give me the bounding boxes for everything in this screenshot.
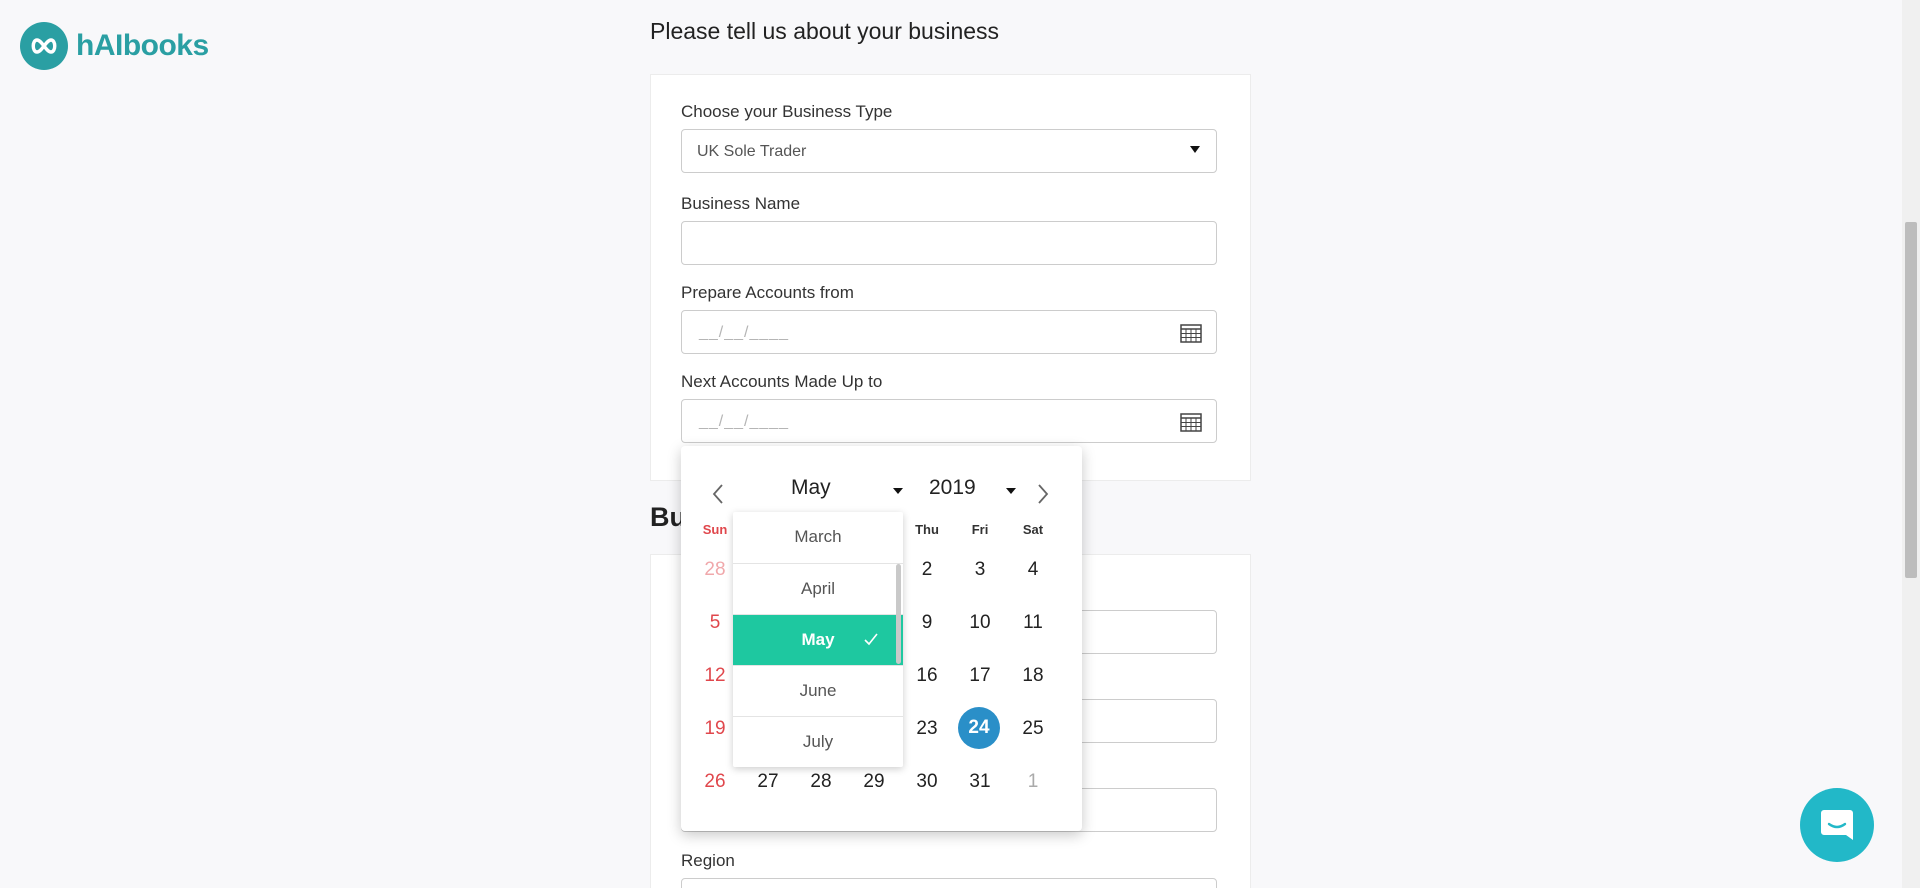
year-select[interactable]: 2019 — [929, 476, 976, 500]
page-scrollbar-thumb[interactable] — [1905, 222, 1917, 578]
month-option[interactable]: April — [733, 563, 903, 614]
next-accounts-placeholder: __/__/____ — [699, 413, 790, 430]
page-title: Please tell us about your business — [650, 18, 1000, 44]
calendar-day[interactable]: 1 — [1011, 760, 1055, 804]
calendar-day[interactable]: 12 — [693, 654, 737, 698]
calendar-day[interactable]: 10 — [958, 601, 1002, 645]
prepare-from-input[interactable]: __/__/____ — [681, 310, 1217, 354]
calendar-day[interactable]: 2 — [905, 548, 949, 592]
calendar-day[interactable]: 31 — [958, 760, 1002, 804]
chevron-right-icon[interactable] — [1036, 482, 1050, 506]
month-option-label: April — [800, 579, 835, 598]
weekday-header: Sun — [702, 522, 728, 537]
business-type-select[interactable]: UK Sole Trader — [681, 129, 1217, 173]
business-type-value: UK Sole Trader — [697, 143, 807, 160]
month-option[interactable]: March — [733, 512, 903, 562]
calendar-day[interactable]: 26 — [693, 760, 737, 804]
business-name-input[interactable] — [681, 221, 1217, 265]
weekday-header: Fri — [971, 522, 989, 537]
page-scrollbar[interactable] — [1902, 0, 1920, 888]
calendar-day[interactable]: 4 — [1011, 548, 1055, 592]
calendar-day[interactable]: 17 — [958, 654, 1002, 698]
month-option-label: May — [801, 630, 835, 649]
month-option[interactable]: May — [733, 614, 903, 665]
weekday-header: Thu — [915, 522, 939, 537]
calendar-day[interactable]: 5 — [693, 601, 737, 645]
business-type-label: Choose your Business Type — [681, 102, 893, 121]
selected-day[interactable]: 24 — [958, 707, 1000, 749]
calendar-icon[interactable] — [1180, 323, 1202, 343]
app-root: hAIbooks Please tell us about your busin… — [0, 0, 1920, 888]
logo[interactable]: hAIbooks — [20, 22, 209, 70]
chevron-down-icon — [1190, 146, 1200, 153]
calendar-day[interactable]: 3 — [958, 548, 1002, 592]
business-name-label: Business Name — [681, 194, 801, 213]
calendar-day[interactable]: 23 — [905, 707, 949, 751]
prepare-from-label: Prepare Accounts from — [681, 283, 854, 302]
region-label: Region — [681, 851, 735, 870]
weekday-header: Sat — [1022, 522, 1044, 537]
year-caret-icon[interactable] — [1006, 488, 1016, 494]
chat-launcher-button[interactable] — [1800, 788, 1874, 862]
logo-text: hAIbooks — [76, 29, 209, 62]
next-accounts-input[interactable]: __/__/____ — [681, 399, 1217, 443]
calendar-day[interactable]: 30 — [905, 760, 949, 804]
calendar-day[interactable]: 11 — [1011, 601, 1055, 645]
calendar-icon[interactable] — [1180, 412, 1202, 432]
region-select[interactable] — [681, 878, 1217, 888]
next-accounts-label: Next Accounts Made Up to — [681, 372, 883, 391]
month-option[interactable]: June — [733, 665, 903, 716]
calendar-day[interactable]: 9 — [905, 601, 949, 645]
month-select[interactable]: May — [791, 476, 831, 500]
month-option-label: July — [802, 732, 834, 751]
month-option[interactable]: July — [733, 716, 903, 767]
calendar-day[interactable]: 18 — [1011, 654, 1055, 698]
month-caret-icon[interactable] — [893, 488, 903, 494]
logo-infinity-icon — [20, 22, 68, 70]
month-option-label: June — [799, 681, 837, 700]
month-option-label: March — [794, 527, 842, 546]
calendar-day[interactable]: 19 — [693, 707, 737, 751]
calendar-day[interactable]: 16 — [905, 654, 949, 698]
calendar-day[interactable]: 28 — [693, 548, 737, 592]
check-icon — [864, 633, 878, 646]
dropdown-scrollbar[interactable] — [896, 564, 901, 664]
prepare-from-placeholder: __/__/____ — [699, 324, 790, 341]
chat-icon — [1821, 810, 1853, 840]
calendar-day[interactable]: 25 — [1011, 707, 1055, 751]
chevron-left-icon[interactable] — [711, 482, 725, 506]
month-dropdown: March April May June July — [733, 512, 903, 767]
